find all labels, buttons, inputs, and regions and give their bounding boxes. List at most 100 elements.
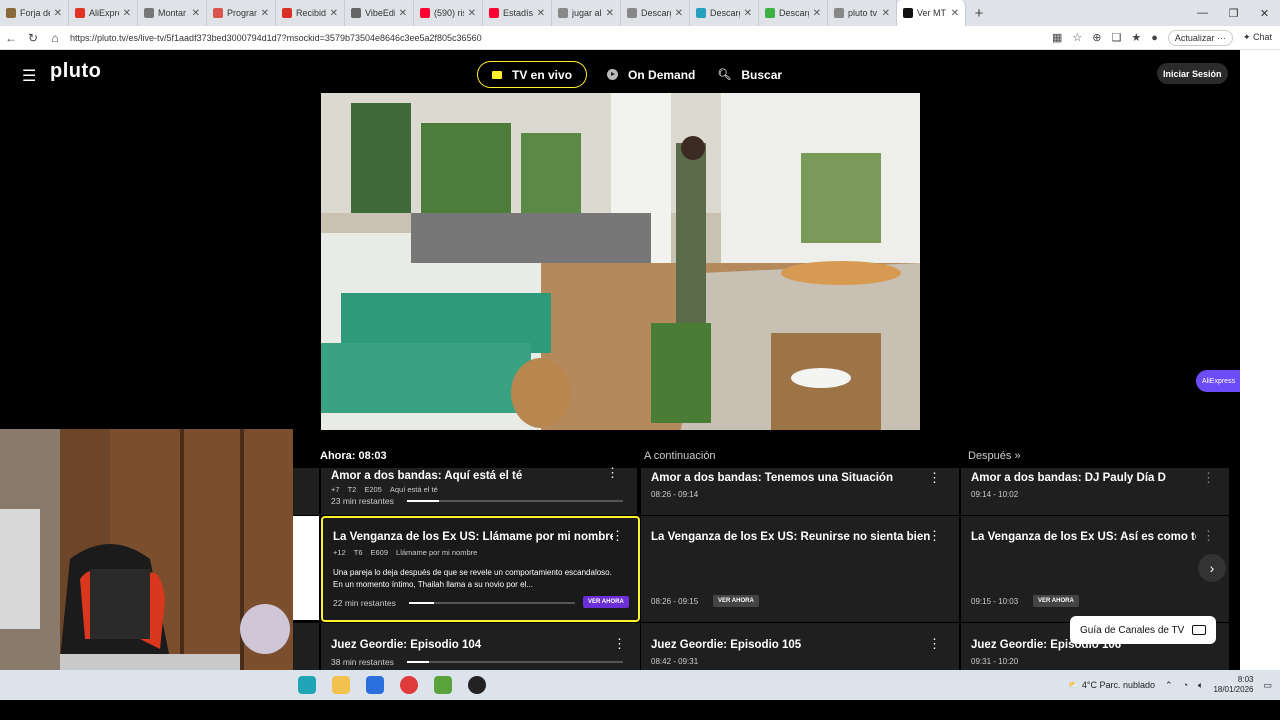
browser-tab[interactable]: VibeEdit ✕ <box>345 0 414 26</box>
program-next-row2[interactable]: La Venganza de los Ex US: Reunirse no si… <box>641 516 959 622</box>
browser-tab[interactable]: Forja de los ✕ <box>0 0 69 26</box>
video-player[interactable] <box>321 93 920 430</box>
channel-guide-label: Guía de Canales de TV <box>1080 624 1185 636</box>
browser-tab[interactable]: AliExpress ✕ <box>69 0 138 26</box>
tab-close-icon[interactable]: ✕ <box>261 8 269 19</box>
more-options-icon[interactable]: ⋮ <box>928 470 941 486</box>
watch-now-button[interactable]: VER AHORA <box>583 596 629 608</box>
tab-close-icon[interactable]: ✕ <box>468 8 476 19</box>
channel-logo-row2[interactable] <box>293 516 319 620</box>
copilot-chat-button[interactable]: ✦ Chat <box>1243 32 1272 43</box>
tab-close-icon[interactable]: ✕ <box>951 8 959 19</box>
tab-favicon-icon <box>765 8 775 18</box>
more-options-icon[interactable]: ⋮ <box>928 528 941 544</box>
volume-icon[interactable]: 🔈︎ <box>1198 680 1203 691</box>
notifications-icon[interactable]: ▭ <box>1263 680 1272 691</box>
program-now-row3[interactable]: Juez Geordie: Episodio 104 38 min restan… <box>321 623 640 670</box>
clock[interactable]: 8:03 18/01/2026 <box>1213 675 1253 695</box>
program-title: La Venganza de los Ex US: Así es como te… <box>971 531 1196 543</box>
channel-guide-button[interactable]: Guía de Canales de TV <box>1070 616 1217 644</box>
tab-close-icon[interactable]: ✕ <box>192 8 200 19</box>
tab-close-icon[interactable]: ✕ <box>123 8 131 19</box>
tab-label: Forja de los <box>20 8 50 18</box>
more-options-icon[interactable]: ⋮ <box>606 465 619 481</box>
browser-tab[interactable]: Ver MT ✕ <box>897 0 966 26</box>
more-options-icon[interactable]: ⋮ <box>928 636 941 652</box>
watch-now-button[interactable]: VER AHORA <box>1033 595 1079 607</box>
browser-tab[interactable]: Recibidos (1 ✕ <box>276 0 345 26</box>
browser-tab[interactable]: Descarg ✕ <box>759 0 828 26</box>
login-button[interactable]: Iniciar Sesión <box>1157 63 1228 84</box>
nav-live-tv[interactable]: TV en vivo <box>477 61 588 88</box>
progress-fill <box>409 602 434 604</box>
extensions-icon[interactable]: ⊕ <box>1092 31 1101 44</box>
guide-scroll-right-icon[interactable]: › <box>1198 554 1226 582</box>
back-icon[interactable]: ← <box>0 31 22 45</box>
close-window-icon[interactable]: ✕ <box>1249 0 1280 26</box>
tab-close-icon[interactable]: ✕ <box>813 8 821 19</box>
windows-taskbar: ⛅ 4°C Parc. nublado ⌃ ◔ 🔈︎ 8:03 18/01/20… <box>0 670 1280 700</box>
channel-logo-row1[interactable] <box>293 468 319 515</box>
browser-tab[interactable]: Programaci ✕ <box>207 0 276 26</box>
outlook-icon[interactable] <box>366 676 384 694</box>
guide-after-label[interactable]: Después » <box>968 450 1021 462</box>
more-options-icon[interactable]: ⋮ <box>613 636 626 652</box>
program-after-row1[interactable]: Amor a dos bandas: DJ Pauly Día D 09:14 … <box>961 468 1229 515</box>
watch-now-button[interactable]: VER AHORA <box>713 595 759 607</box>
tab-close-icon[interactable]: ✕ <box>675 8 683 19</box>
favorite-star-icon[interactable]: ☆ <box>1072 31 1082 44</box>
tab-close-icon[interactable]: ✕ <box>330 8 338 19</box>
browser-tab[interactable]: Montar emp ✕ <box>138 0 207 26</box>
app-icon[interactable] <box>468 676 486 694</box>
nav-on-demand[interactable]: On Demand <box>605 61 697 88</box>
search-icon: 🔍︎ <box>717 69 732 81</box>
update-label: Actualizar <box>1174 32 1215 43</box>
tab-close-icon[interactable]: ✕ <box>54 8 62 19</box>
url-field[interactable]: https://pluto.tv/es/live-tv/5f1aadf373be… <box>70 33 970 43</box>
program-description: Una pareja lo deja después de que se rev… <box>333 568 612 589</box>
browser-tab[interactable]: Descarga R ✕ <box>690 0 759 26</box>
home-icon[interactable]: ⌂ <box>44 31 66 45</box>
opera-icon[interactable] <box>400 676 418 694</box>
tab-close-icon[interactable]: ✕ <box>606 8 614 19</box>
program-next-row3[interactable]: Juez Geordie: Episodio 105 08:42 - 09:31… <box>641 623 959 670</box>
menu-icon[interactable]: ☰ <box>22 66 36 86</box>
split-view-icon[interactable]: ▦ <box>1052 31 1062 44</box>
more-options-icon[interactable]: ⋮ <box>1202 470 1215 486</box>
browser-tab[interactable]: jugar al my ✕ <box>552 0 621 26</box>
file-explorer-icon[interactable] <box>332 676 350 694</box>
chevron-up-icon[interactable]: ⌃ <box>1165 680 1173 691</box>
update-button[interactable]: Actualizar ··· <box>1167 29 1233 46</box>
browser-tab[interactable]: Descargar B ✕ <box>621 0 690 26</box>
browser-tab[interactable]: (590) risas ✕ <box>414 0 483 26</box>
minecraft-icon[interactable] <box>434 676 452 694</box>
tab-favicon-icon <box>213 8 223 18</box>
minimize-icon[interactable]: — <box>1187 0 1218 26</box>
pluto-logo[interactable]: pluto <box>50 60 101 83</box>
new-tab-icon[interactable]: + <box>966 5 992 22</box>
program-now-row2[interactable]: La Venganza de los Ex US: Llámame por mi… <box>321 516 640 622</box>
reload-icon[interactable]: ↻ <box>22 31 44 45</box>
more-options-icon[interactable]: ⋮ <box>611 528 624 544</box>
edge-icon[interactable] <box>298 676 316 694</box>
browser-tab[interactable]: pluto tv - B ✕ <box>828 0 897 26</box>
more-options-icon[interactable]: ⋮ <box>1202 528 1215 544</box>
clock-date: 18/01/2026 <box>1213 685 1254 694</box>
weather-widget[interactable]: ⛅ 4°C Parc. nublado <box>1068 680 1155 691</box>
channel-logo-row3[interactable] <box>293 623 319 670</box>
tab-close-icon[interactable]: ✕ <box>399 8 407 19</box>
program-after-row2[interactable]: La Venganza de los Ex US: Así es como te… <box>961 516 1229 622</box>
program-next-row1[interactable]: Amor a dos bandas: Tenemos una Situación… <box>641 468 959 515</box>
favorites-icon[interactable]: ★ <box>1131 31 1141 44</box>
tab-close-icon[interactable]: ✕ <box>882 8 890 19</box>
profile-avatar[interactable]: ● <box>1151 32 1158 44</box>
program-now-row1[interactable]: Amor a dos bandas: Aquí está el té +7 T2… <box>321 465 637 515</box>
browser-tab[interactable]: Estadísticas ✕ <box>483 0 552 26</box>
network-icon[interactable]: ◔ <box>1183 680 1188 690</box>
aliexpress-floating-badge[interactable]: AliExpress <box>1196 370 1240 392</box>
collections-icon[interactable]: ❏ <box>1112 31 1122 44</box>
nav-search[interactable]: 🔍︎ Buscar <box>715 61 784 88</box>
tab-close-icon[interactable]: ✕ <box>537 8 545 19</box>
tab-close-icon[interactable]: ✕ <box>744 8 752 19</box>
maximize-icon[interactable]: ❐ <box>1218 0 1249 26</box>
